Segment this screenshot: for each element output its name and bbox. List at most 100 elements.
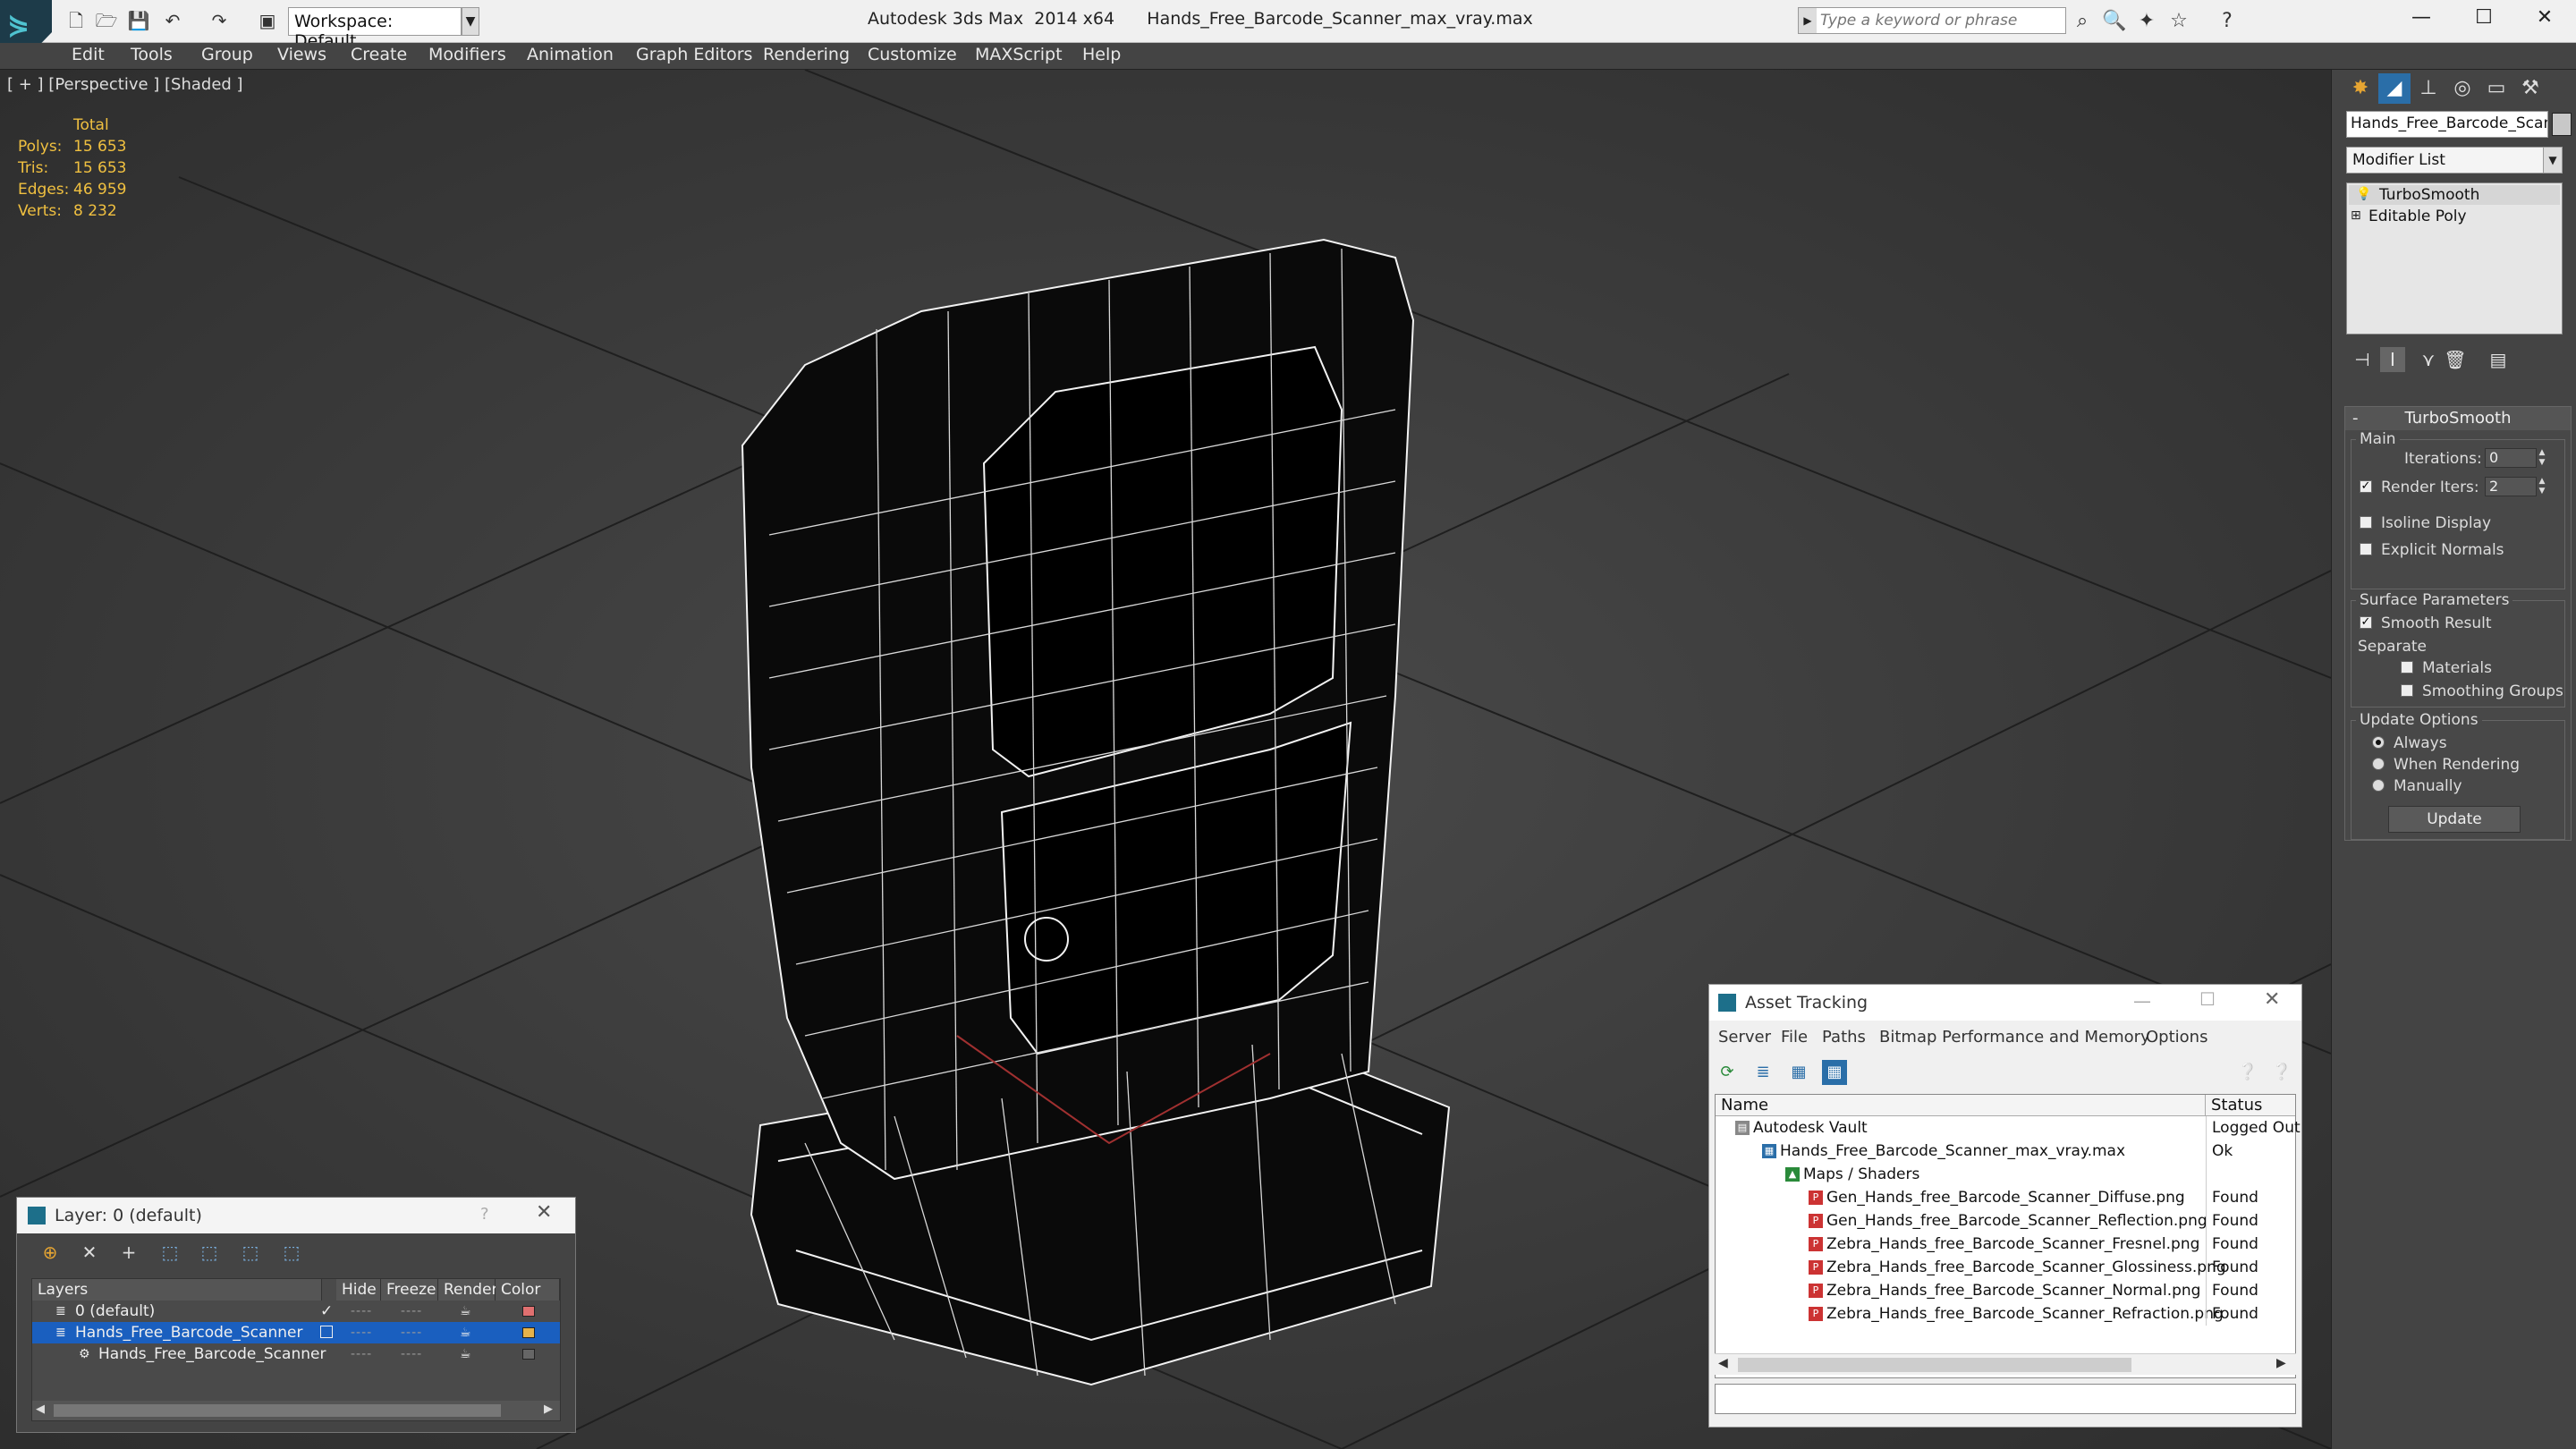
asset-row[interactable]: ▦ Hands_Free_Barcode_Scanner_max_vray.ma…	[1716, 1140, 2295, 1163]
asset-row[interactable]: P Zebra_Hands_free_Barcode_Scanner_Gloss…	[1716, 1256, 2295, 1279]
scroll-left-icon[interactable]: ◀	[1718, 1356, 1728, 1370]
create-tab-icon[interactable]: ✸	[2344, 73, 2377, 104]
freeze-toggle[interactable]: ----	[401, 1343, 422, 1365]
expand-plus-icon[interactable]: ⊞	[2351, 209, 2363, 222]
redo-icon[interactable]: ↷	[208, 9, 231, 32]
menu-group[interactable]: Group	[201, 45, 253, 64]
hierarchy-tab-icon[interactable]: ⊥	[2412, 73, 2445, 104]
table-view-icon[interactable]: ▦	[1822, 1060, 1847, 1085]
maximize-button[interactable]: ☐	[2453, 0, 2515, 36]
freeze-all-layers-icon[interactable]: ⬚	[278, 1239, 305, 1266]
pin-stack-icon[interactable]: ⊣	[2350, 347, 2375, 372]
scroll-left-icon[interactable]: ◀	[36, 1402, 45, 1416]
stack-item-editable-poly[interactable]: ⊞ Editable Poly	[2349, 207, 2560, 226]
iterations-spinner[interactable]: 0	[2485, 448, 2537, 468]
hide-toggle[interactable]: ----	[351, 1322, 372, 1343]
scroll-thumb[interactable]	[54, 1404, 501, 1417]
utilities-tab-icon[interactable]: ⚒	[2514, 73, 2546, 104]
col-freeze-header[interactable]: Freeze	[381, 1279, 438, 1301]
binoculars-icon[interactable]: ⌕	[2070, 9, 2095, 34]
hide-toggle[interactable]: ----	[351, 1343, 372, 1365]
layer-row[interactable]: ⚙ Hands_Free_Barcode_Scanner ---- ---- ☕	[32, 1343, 560, 1365]
help-icon[interactable]: ?	[2215, 9, 2240, 34]
menu-customize[interactable]: Customize	[868, 45, 957, 64]
asset-row[interactable]: P Zebra_Hands_free_Barcode_Scanner_Refra…	[1716, 1302, 2295, 1326]
menu-create[interactable]: Create	[351, 45, 407, 64]
workspace-dropdown[interactable]: Workspace: Default	[288, 7, 462, 51]
menu-modifiers[interactable]: Modifiers	[428, 45, 506, 64]
search-input[interactable]	[1820, 10, 2062, 31]
expand-arrow-icon[interactable]: ▶	[1799, 8, 1817, 33]
select-objects-icon[interactable]: ⬚	[157, 1239, 183, 1266]
highlight-layer-icon[interactable]: ⬚	[196, 1239, 223, 1266]
object-name-field[interactable]: Hands_Free_Barcode_Scanne	[2346, 111, 2548, 138]
freeze-toggle[interactable]: ----	[401, 1322, 422, 1343]
asset-row[interactable]: P Gen_Hands_free_Barcode_Scanner_Reflect…	[1716, 1209, 2295, 1233]
object-color-swatch[interactable]	[2552, 113, 2572, 136]
asset-row[interactable]: P Zebra_Hands_free_Barcode_Scanner_Fresn…	[1716, 1233, 2295, 1256]
list-view-icon[interactable]: ≣	[1750, 1060, 1775, 1085]
vault-help-icon[interactable]: ❔	[2235, 1060, 2260, 1085]
render-teapot-icon[interactable]: ☕	[460, 1301, 471, 1322]
freeze-toggle[interactable]: ----	[401, 1301, 422, 1322]
render-iters-checkbox[interactable]: ✓	[2360, 480, 2372, 493]
col-status-header[interactable]: Status	[2206, 1095, 2295, 1116]
always-radio[interactable]	[2372, 736, 2385, 749]
viewport-label[interactable]: [ + ] [Perspective ] [Shaded ]	[7, 75, 243, 94]
configure-sets-icon[interactable]: ▤	[2486, 347, 2511, 372]
render-teapot-icon[interactable]: ☕	[460, 1343, 471, 1365]
layer-color-swatch[interactable]	[522, 1306, 535, 1317]
hide-all-layers-icon[interactable]: ⬚	[237, 1239, 264, 1266]
col-name-header[interactable]: Name	[1716, 1095, 2206, 1116]
col-layers-header[interactable]: Layers	[32, 1279, 322, 1301]
layer-name[interactable]: Hands_Free_Barcode_Scanner	[95, 1343, 326, 1365]
vault-status-icon[interactable]: ❔	[2269, 1060, 2294, 1085]
new-file-icon[interactable]: 🗋	[64, 9, 88, 32]
search-icon[interactable]: 🔍	[2102, 9, 2127, 34]
explicit-normals-checkbox[interactable]	[2360, 543, 2372, 555]
menu-help[interactable]: Help	[1082, 45, 1121, 64]
layer-color-swatch[interactable]	[522, 1349, 535, 1360]
menu-rendering[interactable]: Rendering	[763, 45, 850, 64]
scroll-right-icon[interactable]: ▶	[544, 1402, 553, 1416]
menu-file[interactable]: File	[1781, 1028, 1808, 1046]
motion-tab-icon[interactable]: ◎	[2446, 73, 2479, 104]
asset-row[interactable]: P Zebra_Hands_free_Barcode_Scanner_Norma…	[1716, 1279, 2295, 1302]
layer-name[interactable]: 0 (default)	[72, 1301, 155, 1322]
menu-views[interactable]: Views	[277, 45, 326, 64]
when-rendering-radio[interactable]	[2372, 758, 2385, 770]
materials-checkbox[interactable]	[2401, 661, 2413, 674]
asset-row[interactable]: ▤ Autodesk Vault Logged Out	[1716, 1116, 2301, 1140]
spinner-arrows-icon[interactable]: ▲ ▼	[2537, 477, 2547, 496]
menu-server[interactable]: Server	[1718, 1028, 1771, 1046]
manually-radio[interactable]	[2372, 779, 2385, 792]
spinner-arrows-icon[interactable]: ▲ ▼	[2537, 448, 2547, 468]
modify-tab-icon[interactable]: ◢	[2378, 73, 2411, 104]
col-hide-header[interactable]: Hide	[336, 1279, 381, 1301]
delete-layer-icon[interactable]: ✕	[76, 1239, 103, 1266]
help-button[interactable]: ?	[480, 1205, 489, 1224]
lightbulb-icon[interactable]: 💡	[2356, 188, 2371, 200]
layer-manager-titlebar[interactable]: Layer: 0 (default) ? ✕	[17, 1198, 575, 1233]
modifier-list-dropdown[interactable]: Modifier List	[2346, 147, 2561, 174]
refresh-icon[interactable]: ⟳	[1715, 1060, 1740, 1085]
undo-icon[interactable]: ↶	[161, 9, 184, 32]
menu-edit[interactable]: Edit	[72, 45, 105, 64]
close-button[interactable]: ✕	[536, 1201, 552, 1224]
horizontal-scrollbar[interactable]: ◀ ▶	[1715, 1353, 2296, 1375]
detail-view-icon[interactable]: ▦	[1786, 1060, 1811, 1085]
update-button[interactable]: Update	[2388, 806, 2521, 833]
menu-graph-editors[interactable]: Graph Editors	[636, 45, 752, 64]
maximize-button[interactable]: ☐	[2199, 988, 2216, 1010]
create-layer-icon[interactable]: ⊕	[37, 1239, 64, 1266]
stack-item-turbosmooth[interactable]: 💡 TurboSmooth	[2349, 185, 2560, 205]
project-folder-icon[interactable]: ▣	[256, 9, 279, 32]
horizontal-scrollbar[interactable]: ◀ ▶	[32, 1401, 560, 1420]
col-render-header[interactable]: Render	[438, 1279, 498, 1301]
asset-row[interactable]: ▲ Maps / Shaders	[1716, 1163, 2295, 1186]
smoothing-groups-checkbox[interactable]	[2401, 684, 2413, 697]
display-tab-icon[interactable]: ▭	[2480, 73, 2512, 104]
communication-center-icon[interactable]: ✦	[2134, 9, 2159, 34]
show-end-result-icon[interactable]: Ⅰ	[2380, 347, 2405, 372]
menu-maxscript[interactable]: MAXScript	[975, 45, 1063, 64]
